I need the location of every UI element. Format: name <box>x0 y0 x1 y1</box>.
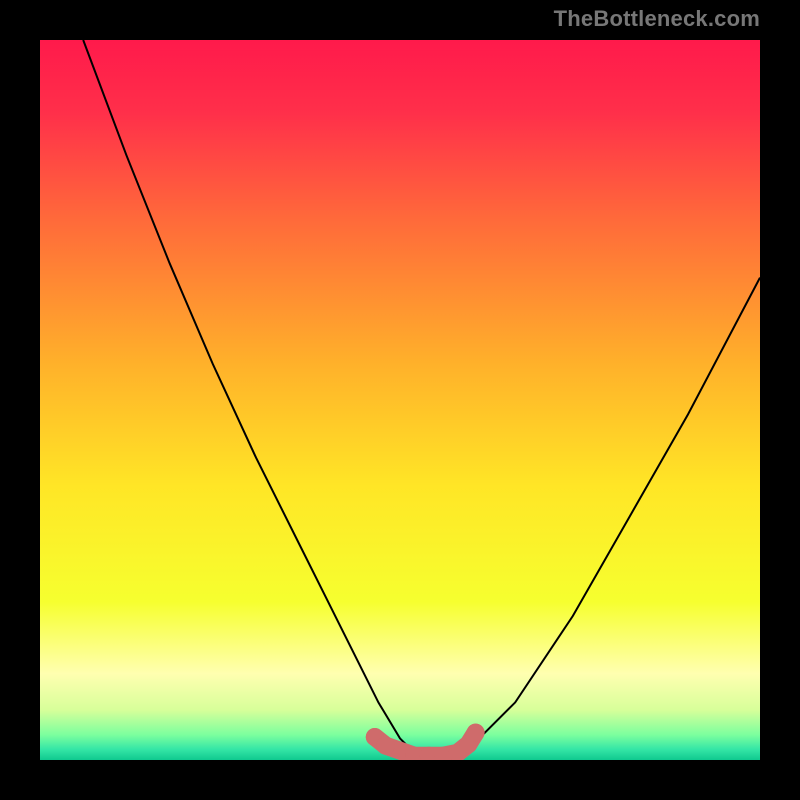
trough-marker <box>377 737 395 755</box>
watermark-text: TheBottleneck.com <box>554 6 760 32</box>
chart-frame: TheBottleneck.com <box>0 0 800 800</box>
trough-marker <box>467 724 485 742</box>
plot-area <box>40 40 760 760</box>
bottleneck-curve <box>40 40 760 760</box>
